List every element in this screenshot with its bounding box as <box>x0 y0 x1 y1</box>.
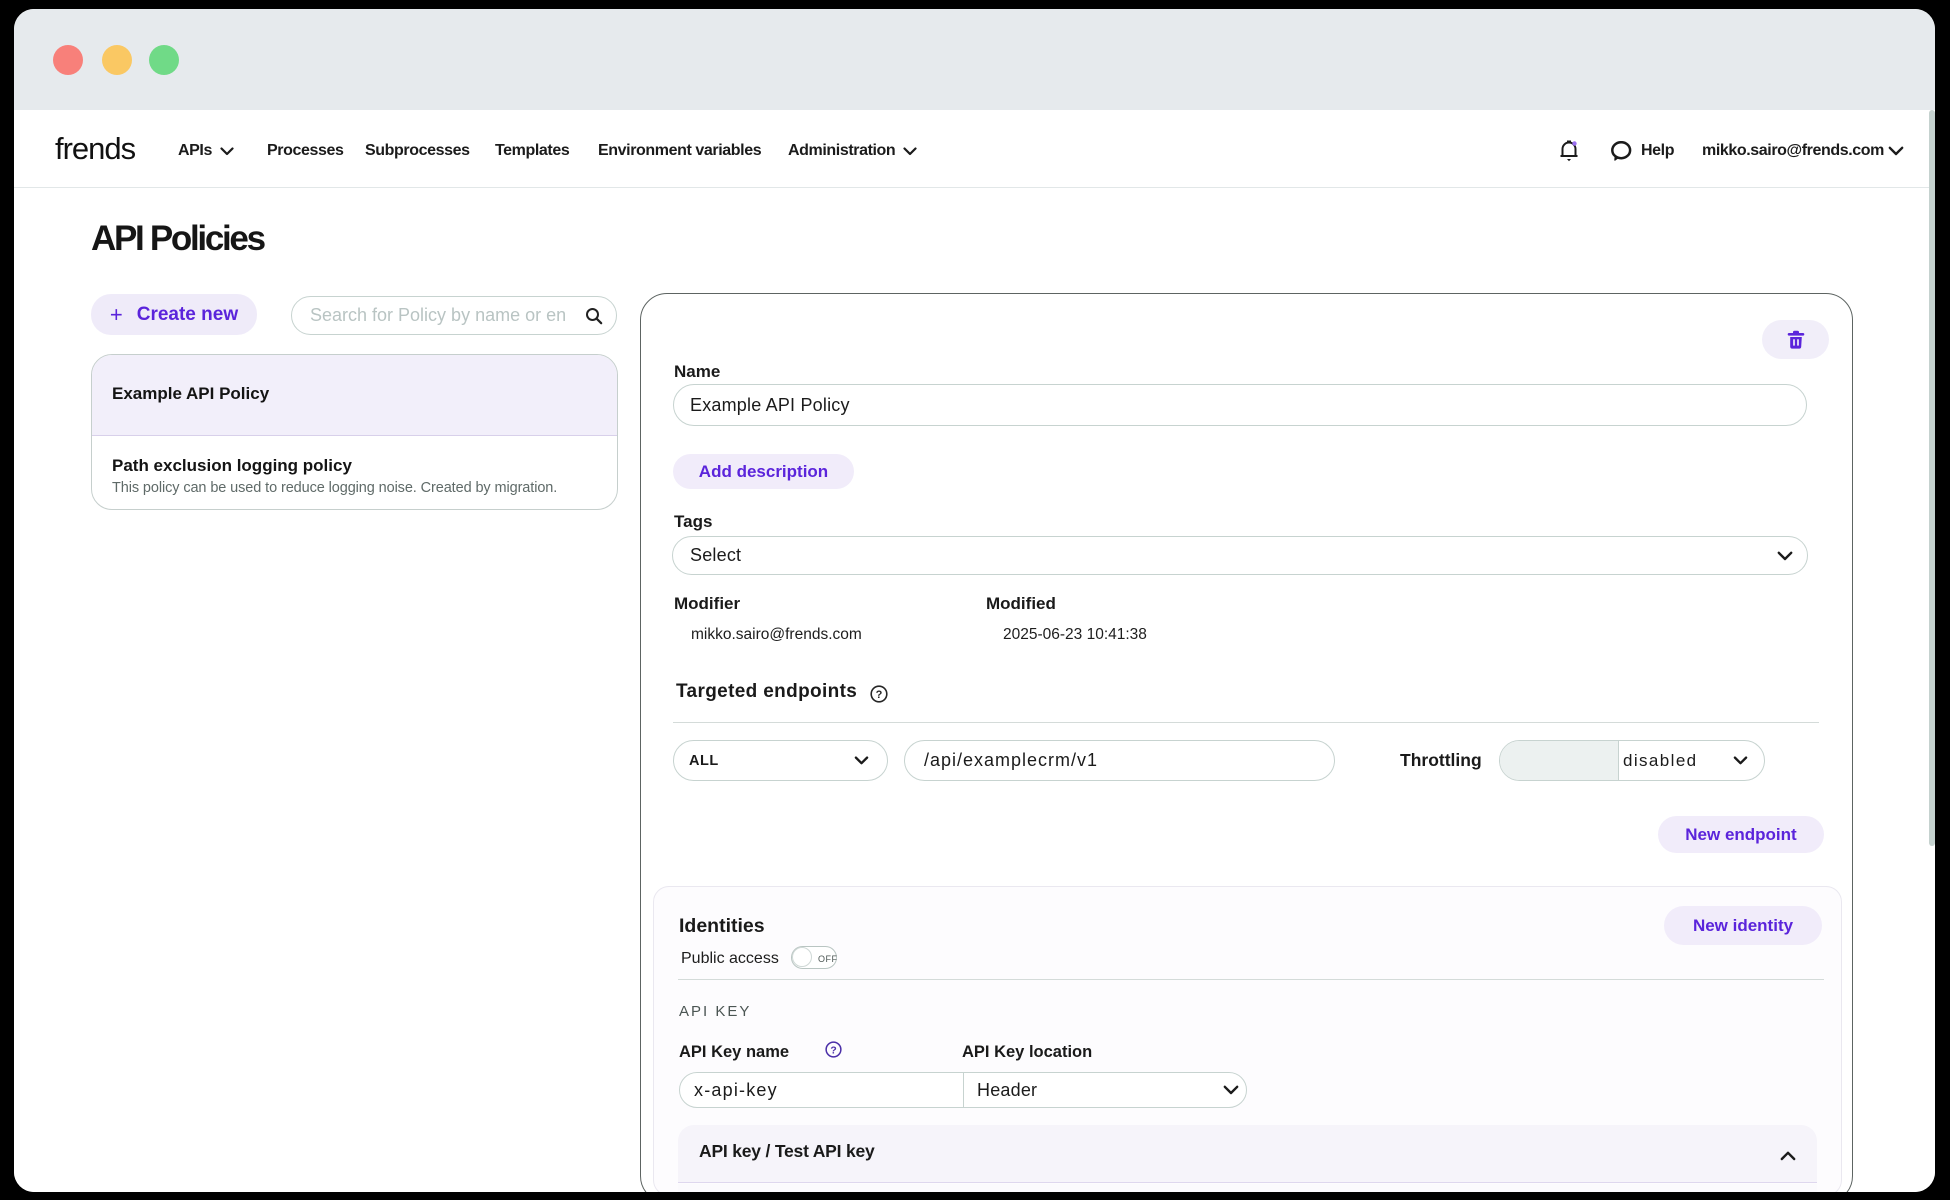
svg-text:?: ? <box>830 1045 836 1056</box>
svg-text:?: ? <box>876 689 883 701</box>
